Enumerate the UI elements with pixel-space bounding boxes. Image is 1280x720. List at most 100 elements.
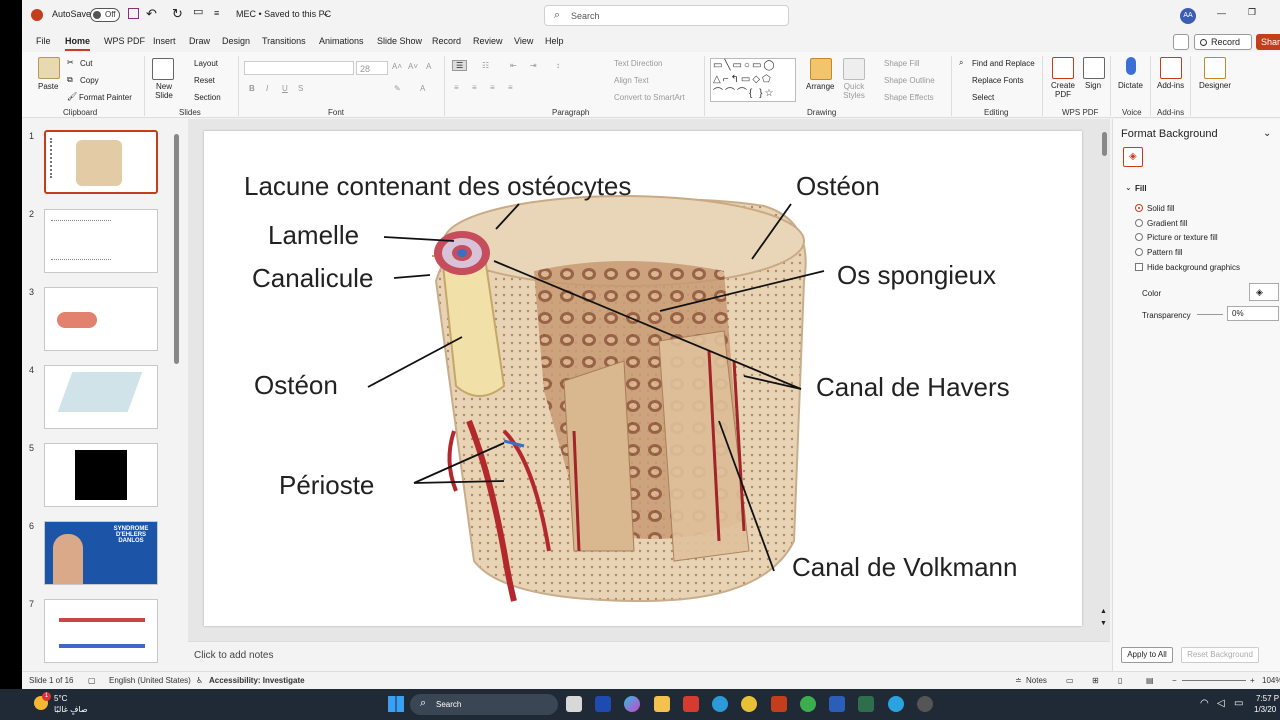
tab-review[interactable]: Review [473,36,503,46]
bold-icon[interactable]: B [249,84,255,93]
clock-time[interactable]: 7:57 P [1256,694,1279,703]
taskbar-search-box[interactable]: ⌕ Search [410,694,558,715]
app-l-icon[interactable] [595,696,611,712]
save-icon[interactable] [128,8,139,19]
italic-icon[interactable]: I [266,84,268,93]
reset-button[interactable]: Reset [194,76,215,85]
highlight-icon[interactable]: ✎ [394,84,401,93]
align-center-icon[interactable]: ≡ [472,83,477,92]
powerpoint-taskbar-icon[interactable] [771,696,787,712]
slideshow-view-icon[interactable]: ▤ [1146,676,1154,685]
tab-slide-show[interactable]: Slide Show [377,36,422,46]
transparency-input[interactable]: 0% [1227,306,1279,321]
radio-gradient-fill[interactable] [1135,219,1143,227]
font-size-select[interactable]: 28 [356,61,388,75]
label-canal-volkmann[interactable]: Canal de Volkmann [792,552,1017,583]
notes-button[interactable]: Notes [1026,676,1047,685]
tab-file[interactable]: File [36,36,51,46]
numbering-icon[interactable]: ☷ [482,61,489,70]
align-left-icon[interactable]: ≡ [454,83,459,92]
cut-button[interactable]: Cut [80,59,92,68]
new-slide-label[interactable]: New Slide [151,82,177,100]
slide-thumbnail-1[interactable] [44,130,158,194]
option-solid-fill[interactable]: Solid fill [1147,204,1175,213]
label-osteon-left[interactable]: Ostéon [254,370,338,401]
record-button[interactable]: Record [1194,34,1252,50]
tab-help[interactable]: Help [545,36,564,46]
new-slide-icon[interactable] [152,58,174,80]
shape-fill-button[interactable]: Shape Fill [884,59,920,68]
document-title[interactable]: MEC • Saved to this PC [236,9,331,19]
option-picture-fill[interactable]: Picture or texture fill [1147,233,1218,242]
designer-button[interactable]: Designer [1199,81,1231,90]
add-ins-icon[interactable] [1160,57,1182,79]
sign-icon[interactable] [1083,57,1105,79]
tab-wps-pdf[interactable]: WPS PDF [104,36,145,46]
apply-to-all-button[interactable]: Apply to All [1121,647,1173,663]
editor-scrollbar[interactable]: ▲ ▼ [1100,124,1108,634]
search-box[interactable]: ⌕ Search [544,5,789,26]
decrease-font-icon[interactable]: A˅ [408,62,418,71]
expand-icon[interactable]: ⌄ [1125,183,1132,192]
battery-icon[interactable]: ▭ [1234,698,1243,709]
align-right-icon[interactable]: ≡ [490,83,495,92]
edge-icon[interactable] [712,696,728,712]
paste-label[interactable]: Paste [38,82,58,91]
customize-qat-icon[interactable]: ≡ [214,8,219,18]
label-canalicule[interactable]: Canalicule [252,263,373,294]
add-ins-button[interactable]: Add-ins [1157,81,1184,90]
app-icon[interactable] [917,696,933,712]
reset-background-button[interactable]: Reset Background [1181,647,1259,663]
weather-desc[interactable]: صافٍ غالبًا [54,705,88,714]
tab-insert[interactable]: Insert [153,36,176,46]
next-slide-icon[interactable]: ▼ [1100,620,1107,627]
designer-icon[interactable] [1204,57,1226,79]
accessibility-status[interactable]: Accessibility: Investigate [209,676,305,685]
comments-button[interactable] [1173,34,1189,50]
chevron-down-icon[interactable]: ⌄ [1263,128,1271,139]
reading-view-icon[interactable]: ▯ [1118,676,1122,685]
slide-thumbnail-2[interactable] [44,209,158,273]
tab-design[interactable]: Design [222,36,250,46]
chrome-icon[interactable] [741,696,757,712]
bullets-icon[interactable]: ☰ [452,60,468,71]
zoom-slider[interactable] [1182,680,1246,681]
option-gradient-fill[interactable]: Gradient fill [1147,219,1187,228]
notes-area[interactable]: Click to add notes [188,641,1110,671]
clear-format-icon[interactable]: A [426,62,431,71]
indent-icon[interactable]: ⇤ [510,61,517,70]
transparency-slider[interactable] [1197,314,1223,315]
copy-button[interactable]: Copy [80,76,99,85]
telegram-icon[interactable] [888,696,904,712]
label-canal-havers[interactable]: Canal de Havers [816,372,1010,403]
hide-bg-checkbox[interactable] [1135,263,1143,271]
arrange-button[interactable]: Arrange [806,82,834,91]
hide-bg-label[interactable]: Hide background graphics [1147,263,1240,272]
file-explorer-icon[interactable] [654,696,670,712]
weather-temp[interactable]: 5°C [54,694,67,703]
font-name-select[interactable] [244,61,354,75]
chrome-alt-icon[interactable] [800,696,816,712]
quick-styles-icon[interactable] [843,58,865,80]
app-icon[interactable] [858,696,874,712]
label-perioste[interactable]: Périoste [279,470,374,501]
paste-icon[interactable] [38,57,60,79]
copilot-icon[interactable] [624,696,640,712]
dictate-button[interactable]: Dictate [1118,81,1143,90]
create-pdf-button[interactable]: Create PDF [1050,81,1076,99]
wifi-icon[interactable]: ◠ [1200,698,1209,709]
shapes-gallery[interactable]: ▭╲▭○▭◯ △⌐↰▭◇⬠ ⌒⌒⌒{ }☆ [710,58,796,102]
sorter-view-icon[interactable]: ⊞ [1092,676,1099,685]
scrollbar-thumb[interactable] [1102,132,1107,156]
increase-font-icon[interactable]: A˄ [392,62,402,71]
strikethrough-icon[interactable]: S [298,84,303,93]
select-button[interactable]: Select [972,93,994,102]
task-view-icon[interactable] [566,696,582,712]
shape-outline-button[interactable]: Shape Outline [884,76,935,85]
replace-fonts-button[interactable]: Replace Fonts [972,76,1024,85]
slide-thumbnail-7[interactable] [44,599,158,663]
tab-animations[interactable]: Animations [319,36,364,46]
slide-thumbnail-6[interactable]: SYNDROME D'EHLERS DANLOS [44,521,158,585]
format-painter-button[interactable]: Format Painter [79,93,132,102]
align-text-button[interactable]: Align Text [614,76,649,85]
